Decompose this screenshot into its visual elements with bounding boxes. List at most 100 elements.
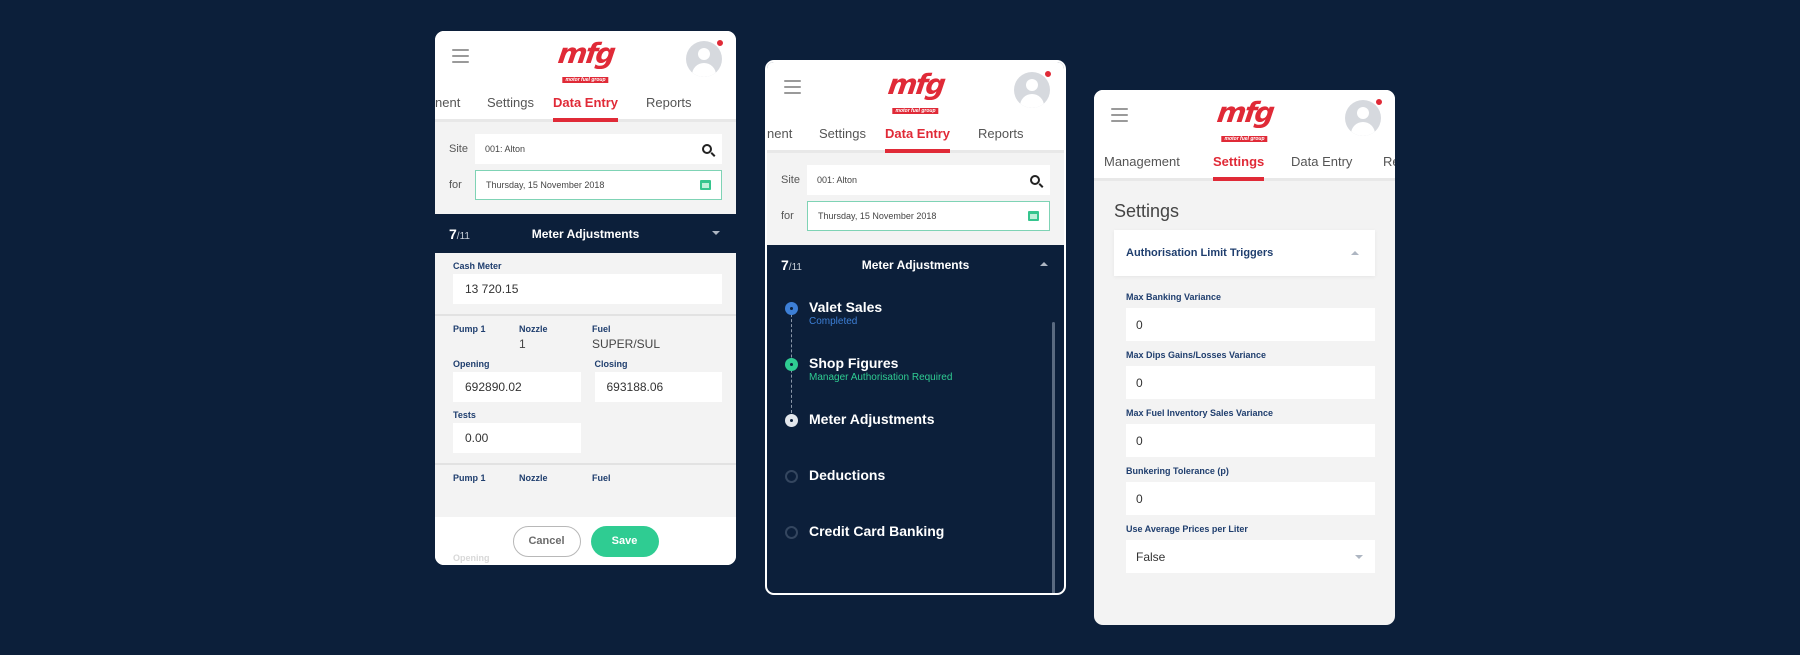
field-use-average-prices: Use Average Prices per Liter False xyxy=(1126,524,1375,573)
max-banking-variance-input[interactable]: 0 xyxy=(1126,308,1375,341)
filters: Site 001: Alton for Thursday, 15 Novembe… xyxy=(767,153,1064,245)
nozzle-value: 1 xyxy=(519,337,526,351)
bunkering-tolerance-input[interactable]: 0 xyxy=(1126,482,1375,515)
tab-management[interactable]: Management xyxy=(1104,154,1180,169)
tab-reports[interactable]: Re xyxy=(1383,154,1395,169)
pump-label: Pump 1 xyxy=(453,473,486,483)
authorisation-limit-triggers-header[interactable]: Authorisation Limit Triggers xyxy=(1114,230,1375,276)
save-button[interactable]: Save xyxy=(590,525,659,557)
for-label: for xyxy=(781,210,794,222)
tab-settings[interactable]: Settings xyxy=(487,95,534,110)
chevron-down-icon xyxy=(712,231,720,235)
scrollbar[interactable] xyxy=(1052,322,1055,593)
fuel-value: SUPER/SUL xyxy=(592,337,661,351)
tab-bar: Management Settings Data Entry Re xyxy=(1094,148,1395,181)
top-bar: mfg motor fuel group xyxy=(435,31,736,89)
field-bunkering-tolerance: Bunkering Tolerance (p) 0 xyxy=(1126,466,1375,515)
step-header[interactable]: 7/11 Meter Adjustments xyxy=(435,214,736,253)
chevron-up-icon xyxy=(1351,251,1359,255)
step-credit-card-banking[interactable]: Credit Card Banking xyxy=(785,522,1046,578)
cash-meter-input[interactable]: 13 720.15 xyxy=(453,274,722,304)
pump-section-2: Pump 1 Nozzle Fuel xyxy=(435,465,736,496)
opening-input[interactable]: 692890.02 xyxy=(453,372,581,402)
phone-settings: mfg motor fuel group Management Settings… xyxy=(1094,90,1395,625)
site-label: Site xyxy=(781,174,800,186)
nozzle-label: Nozzle xyxy=(519,324,548,334)
avatar[interactable] xyxy=(1014,72,1050,108)
menu-icon[interactable] xyxy=(784,80,801,94)
site-input[interactable]: 001: Alton xyxy=(807,165,1050,195)
tab-settings[interactable]: Settings xyxy=(1213,154,1265,181)
calendar-icon[interactable] xyxy=(1028,211,1039,221)
field-max-dips-variance: Max Dips Gains/Losses Variance 0 xyxy=(1126,350,1375,399)
opening-label-faded: Opening xyxy=(453,553,490,563)
max-dips-variance-input[interactable]: 0 xyxy=(1126,366,1375,399)
tab-reports[interactable]: Reports xyxy=(978,126,1024,141)
action-bar: Opening Cancel Save xyxy=(435,517,736,565)
fuel-label: Fuel xyxy=(592,473,611,483)
opening-label: Opening xyxy=(453,359,490,369)
cancel-button[interactable]: Cancel xyxy=(512,525,581,557)
tab-management[interactable]: nent xyxy=(435,95,460,110)
avatar[interactable] xyxy=(1345,100,1381,136)
menu-icon[interactable] xyxy=(1111,108,1128,122)
step-list: Valet Sales Completed Shop Figures Manager… xyxy=(767,284,1064,593)
tab-reports[interactable]: Reports xyxy=(646,95,692,110)
top-bar: mfg motor fuel group xyxy=(1094,90,1395,148)
field-max-fuel-inventory-variance: Max Fuel Inventory Sales Variance 0 xyxy=(1126,408,1375,457)
use-average-prices-select[interactable]: False xyxy=(1126,540,1375,573)
mfg-logo: mfg motor fuel group xyxy=(555,37,616,83)
nozzle-label: Nozzle xyxy=(519,473,548,483)
phone-step-navigator: mfg motor fuel group nent Settings Data … xyxy=(765,60,1066,595)
search-icon[interactable] xyxy=(1030,175,1040,185)
closing-input[interactable]: 693188.06 xyxy=(594,372,722,402)
page-title: Settings xyxy=(1114,201,1180,221)
tab-data-entry[interactable]: Data Entry xyxy=(885,126,951,153)
for-label: for xyxy=(449,179,462,191)
tab-settings[interactable]: Settings xyxy=(819,126,866,141)
site-label: Site xyxy=(449,143,468,155)
menu-icon[interactable] xyxy=(452,49,469,63)
tests-label: Tests xyxy=(453,410,476,420)
pump-section: Pump 1 Nozzle 1 Fuel SUPER/SUL Opening 6928… xyxy=(435,316,736,465)
avatar[interactable] xyxy=(686,41,722,77)
calendar-icon[interactable] xyxy=(700,180,711,190)
site-input[interactable]: 001: Alton xyxy=(475,134,722,164)
chevron-up-icon xyxy=(1040,262,1048,266)
step-shop-figures[interactable]: Shop Figures Manager Authorisation Requir… xyxy=(785,354,1046,410)
notification-dot xyxy=(1044,70,1052,78)
top-bar: mfg motor fuel group xyxy=(767,62,1064,120)
pending-status-icon xyxy=(785,470,798,483)
mfg-logo: mfg motor fuel group xyxy=(885,68,946,114)
tests-input[interactable]: 0.00 xyxy=(453,423,581,453)
closing-label: Closing xyxy=(594,359,628,369)
step-meter-adjustments[interactable]: Meter Adjustments xyxy=(785,410,1046,466)
step-status: Completed xyxy=(809,316,858,327)
pending-status-icon xyxy=(785,526,798,539)
tab-bar: nent Settings Data Entry Reports xyxy=(435,89,736,122)
step-deductions[interactable]: Deductions xyxy=(785,466,1046,522)
chevron-down-icon xyxy=(1355,555,1363,559)
cash-meter-label: Cash Meter xyxy=(453,261,502,271)
tab-bar: nent Settings Data Entry Reports xyxy=(767,120,1064,153)
search-icon[interactable] xyxy=(702,144,712,154)
notification-dot xyxy=(1375,98,1383,106)
step-title: Meter Adjustments xyxy=(861,257,970,272)
max-fuel-inventory-variance-input[interactable]: 0 xyxy=(1126,424,1375,457)
completed-status-icon xyxy=(785,302,798,315)
step-valet-sales[interactable]: Valet Sales Completed xyxy=(785,298,1046,354)
step-status: Manager Authorisation Required xyxy=(809,372,953,383)
date-input[interactable]: Thursday, 15 November 2018 xyxy=(475,170,722,200)
tab-data-entry[interactable]: Data Entry xyxy=(553,95,619,122)
mfg-logo: mfg motor fuel group xyxy=(1214,96,1275,142)
step-header[interactable]: 7/11 Meter Adjustments xyxy=(767,245,1064,284)
step-title: Meter Adjustments xyxy=(531,226,640,241)
tab-management[interactable]: nent xyxy=(767,126,792,141)
tab-data-entry[interactable]: Data Entry xyxy=(1291,154,1352,169)
date-input[interactable]: Thursday, 15 November 2018 xyxy=(807,201,1050,231)
phone-data-entry-form: mfg motor fuel group nent Settings Data … xyxy=(435,31,736,565)
cash-meter-section: Cash Meter 13 720.15 xyxy=(435,253,736,316)
pump-label: Pump 1 xyxy=(453,324,486,334)
filters: Site 001: Alton for Thursday, 15 Novembe… xyxy=(435,122,736,214)
authorisation-status-icon xyxy=(785,358,798,371)
